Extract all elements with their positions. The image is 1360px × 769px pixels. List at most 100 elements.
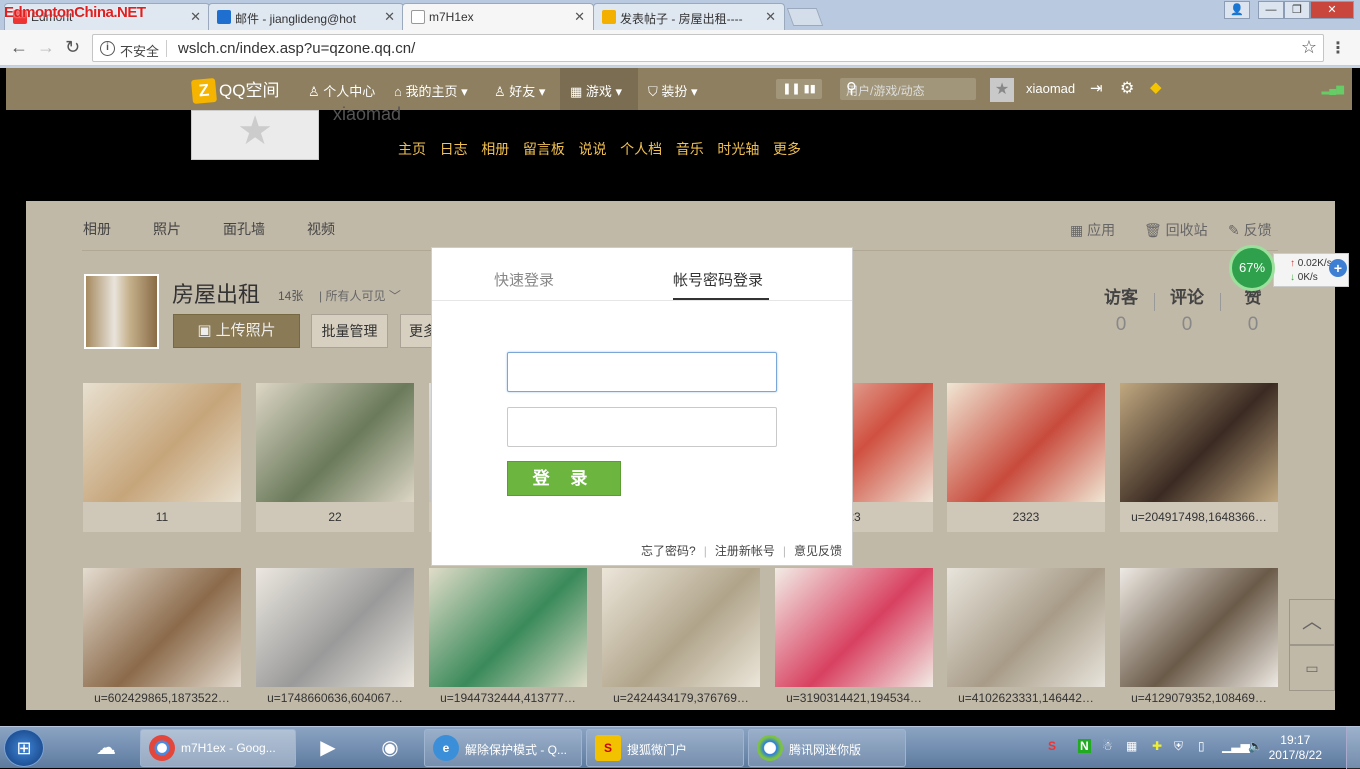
shield-icon[interactable]: ⛨: [1174, 739, 1183, 754]
user-button[interactable]: 👤: [1224, 1, 1250, 19]
photo-thumbnail[interactable]: [256, 383, 414, 502]
memory-percent[interactable]: 67%: [1229, 245, 1275, 291]
new-tab-button[interactable]: [786, 8, 824, 26]
album-cover[interactable]: [84, 274, 159, 349]
close-window-button[interactable]: ✕: [1310, 1, 1354, 19]
my-home-link[interactable]: ⌂ 我的主页 ▾: [394, 81, 468, 100]
profile-picture[interactable]: ★: [191, 110, 319, 160]
scroll-top-button[interactable]: ︿: [1289, 599, 1335, 645]
subtab-videos[interactable]: 视频: [307, 219, 335, 239]
account-input[interactable]: [507, 352, 777, 392]
gear-icon[interactable]: ⚙: [1120, 78, 1134, 98]
photo-card[interactable]: u=2424434179,376769…: [602, 568, 760, 709]
photo-card[interactable]: 2323: [947, 383, 1105, 532]
address-bar[interactable]: i 不安全 wslch.cn/index.asp?u=qzone.qq.cn/ …: [92, 34, 1324, 62]
photo-thumbnail[interactable]: [947, 383, 1105, 502]
qzone-logo[interactable]: Z QQ空间: [190, 76, 279, 105]
avatar[interactable]: ★: [990, 78, 1014, 102]
nav-blog[interactable]: 日志: [440, 141, 468, 157]
nav-profile[interactable]: 个人档: [620, 141, 662, 157]
taskbar-sohu[interactable]: S 搜狐微门户: [586, 729, 744, 767]
close-icon[interactable]: ✕: [765, 9, 776, 25]
tab-password-login[interactable]: 帐号密码登录: [673, 269, 763, 290]
games-link[interactable]: ▦ 游戏 ▾: [570, 81, 622, 100]
photo-card[interactable]: u=3190314421,194534…: [775, 568, 933, 709]
photo-thumbnail[interactable]: [1120, 383, 1278, 502]
photo-thumbnail[interactable]: [947, 568, 1105, 687]
nav-more[interactable]: 更多: [773, 141, 801, 157]
reload-icon[interactable]: ↻: [65, 38, 80, 56]
batch-manage-button[interactable]: 批量管理: [311, 314, 388, 348]
friends-link[interactable]: ♙ 好友 ▾: [494, 81, 545, 100]
forward-icon[interactable]: →: [37, 38, 55, 56]
show-desktop-button[interactable]: [1346, 727, 1360, 769]
close-icon[interactable]: ✕: [574, 9, 585, 25]
device-icon[interactable]: ▯: [1198, 739, 1205, 753]
photo-thumbnail[interactable]: [602, 568, 760, 687]
bookmark-star-icon[interactable]: ☆: [1301, 37, 1317, 58]
url-text[interactable]: wslch.cn/index.asp?u=qzone.qq.cn/: [178, 40, 415, 57]
tab-quick-login[interactable]: 快速登录: [494, 269, 554, 290]
n-icon[interactable]: N: [1078, 739, 1091, 753]
photo-thumbnail[interactable]: [1120, 568, 1278, 687]
media-player-icon[interactable]: ▶: [302, 730, 354, 766]
photo-card[interactable]: u=602429865,1873522…: [83, 568, 241, 709]
taskbar-tencent[interactable]: 腾讯网迷你版: [748, 729, 906, 767]
tab-post[interactable]: 发表帖子 - 房屋出租---- ✕: [593, 3, 785, 30]
nav-timeline[interactable]: 时光轴: [717, 141, 759, 157]
register-link[interactable]: 注册新帐号: [715, 544, 775, 558]
photo-thumbnail[interactable]: [429, 568, 587, 687]
tab-active[interactable]: m7H1ex ✕: [402, 3, 594, 30]
search-icon[interactable]: ⚲: [846, 79, 970, 97]
photo-card[interactable]: 22: [256, 383, 414, 532]
photo-card[interactable]: u=4102623331,146442…: [947, 568, 1105, 709]
photo-thumbnail[interactable]: [83, 568, 241, 687]
music-control[interactable]: ❚❚ ▮▮: [776, 79, 822, 99]
password-input[interactable]: [507, 407, 777, 447]
keyboard-icon[interactable]: ▦: [1126, 739, 1137, 753]
info-icon[interactable]: i: [100, 41, 115, 56]
visibility-dropdown[interactable]: | 所有人可见 ﹀: [319, 287, 401, 304]
network-speed-widget[interactable]: ↑ 0.02K/s ↓ 0K/s 67% +: [1229, 245, 1357, 291]
menu-icon[interactable]: ⋮: [1330, 38, 1346, 58]
photo-card[interactable]: 11: [83, 383, 241, 532]
baidu-cloud-icon[interactable]: ☁: [80, 730, 132, 766]
nav-home[interactable]: 主页: [398, 141, 426, 157]
photo-card[interactable]: u=4129079352,108469…: [1120, 568, 1278, 709]
feedback-link[interactable]: 意见反馈: [794, 544, 842, 558]
taskbar-ie[interactable]: e 解除保护模式 - Q...: [424, 729, 582, 767]
clock[interactable]: 19:17 2017/8/22: [1269, 733, 1322, 763]
upload-button[interactable]: ▣ 上传照片: [173, 314, 300, 348]
qq-icon[interactable]: ☃: [1102, 739, 1113, 753]
volume-icon[interactable]: 🔈: [1248, 739, 1263, 753]
username[interactable]: xiaomad: [1026, 81, 1075, 96]
taskbar-chrome[interactable]: m7H1ex - Goog...: [140, 729, 296, 767]
plus-icon[interactable]: +: [1329, 259, 1347, 277]
personal-center-link[interactable]: ♙ 个人中心: [308, 81, 375, 100]
plus-circle-icon[interactable]: ✚: [1152, 739, 1162, 753]
maximize-button[interactable]: ❐: [1284, 1, 1310, 19]
subtab-faces[interactable]: 面孔墙: [223, 219, 265, 239]
nav-guestbook[interactable]: 留言板: [523, 141, 565, 157]
back-icon[interactable]: ←: [10, 38, 28, 56]
comment-button[interactable]: ▭: [1289, 645, 1335, 691]
qzone-search[interactable]: 用户/游戏/动态 ⚲: [840, 78, 976, 100]
nav-album[interactable]: 相册: [481, 141, 509, 157]
photo-card[interactable]: u=204917498,1648366…: [1120, 383, 1278, 532]
minimize-button[interactable]: —: [1258, 1, 1284, 19]
photo-thumbnail[interactable]: [775, 568, 933, 687]
photo-card[interactable]: u=1944732444,413777…: [429, 568, 587, 709]
close-icon[interactable]: ✕: [384, 9, 395, 25]
photo-thumbnail[interactable]: [256, 568, 414, 687]
logout-icon[interactable]: ⇥: [1090, 79, 1103, 97]
nav-music[interactable]: 音乐: [676, 141, 704, 157]
recycle-link[interactable]: 🗑 回收站: [1144, 220, 1208, 240]
start-button[interactable]: ⊞: [4, 729, 44, 767]
login-button[interactable]: 登 录: [507, 461, 621, 496]
photo-thumbnail[interactable]: [83, 383, 241, 502]
dress-link[interactable]: ⛉ 装扮 ▾: [648, 81, 698, 100]
apps-link[interactable]: ▦ 应用: [1070, 220, 1115, 240]
tab-mail[interactable]: 邮件 - jianglideng@hot ✕: [208, 3, 404, 30]
network-globe-icon[interactable]: ◉: [364, 730, 416, 766]
network-bars-icon[interactable]: ▁▃▅: [1222, 739, 1250, 753]
